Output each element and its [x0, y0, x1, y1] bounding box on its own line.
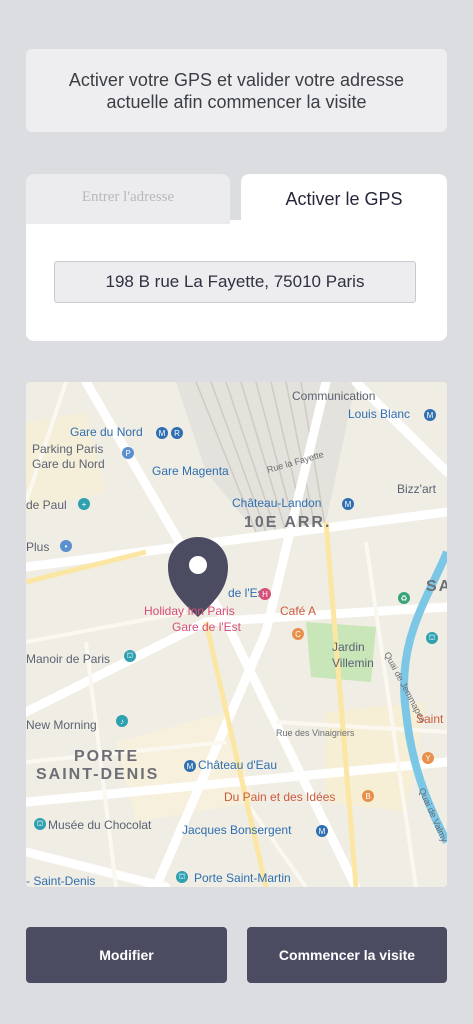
tab-activate-gps-label: Activer le GPS	[285, 188, 403, 209]
landmark-icon: ⛫	[426, 632, 438, 644]
map-label-parking-2: Gare du Nord	[32, 457, 105, 471]
cafe-icon: C	[292, 628, 304, 640]
church-icon: +	[78, 498, 90, 510]
map-label-saint: Saint	[416, 712, 444, 726]
metro-icon: M	[316, 825, 328, 837]
map-label-holiday-inn-1: Holiday Inn Paris	[144, 604, 235, 618]
map-label-new-morning: New Morning	[26, 718, 97, 732]
map-label-chateau-landon: Château-Landon	[232, 496, 322, 510]
modify-button[interactable]: Modifier	[26, 927, 227, 983]
map-label-louis-blanc: Louis Blanc	[348, 407, 411, 421]
map-label-porte-2: SAINT-DENIS	[36, 766, 160, 783]
map-label-parking-1: Parking Paris	[32, 442, 104, 456]
metro-icon: M	[342, 498, 354, 510]
music-venue-icon: ♪	[116, 715, 128, 727]
start-visit-button[interactable]: Commencer la visite	[247, 927, 447, 983]
metro-icon: M	[184, 760, 196, 772]
map-label-holiday-inn-2: Gare de l'Est	[172, 620, 241, 634]
instruction-text: Activer votre GPS et valider votre adres…	[68, 69, 405, 112]
map-label-10e-arr: 10E ARR.	[244, 514, 332, 531]
rer-icon: R	[171, 427, 183, 439]
parking-icon: P	[122, 447, 134, 459]
current-address-field[interactable]: 198 B rue La Fayette, 75010 Paris	[54, 261, 416, 303]
map-label-de-paul: de Paul	[26, 498, 67, 512]
current-address-value: 198 B rue La Fayette, 75010 Paris	[105, 272, 365, 291]
map-label-du-pain: Du Pain et des Idées	[224, 790, 336, 804]
map-label-rue-vinaigriers: Rue des Vinaigriers	[276, 728, 355, 738]
instruction-banner: Activer votre GPS et valider votre adres…	[26, 49, 447, 132]
recycling-icon: ♻	[398, 592, 410, 604]
map-label-cafe-a: Café A	[280, 604, 317, 618]
gps-panel: 198 B rue La Fayette, 75010 Paris	[26, 220, 447, 341]
map-view[interactable]: Communication Louis Blanc Gare du Nord P…	[26, 382, 447, 887]
map-label-sai: SAI	[426, 578, 447, 595]
map-label-jardin-2: Villemin	[332, 656, 374, 670]
map-label-gare-du-nord: Gare du Nord	[70, 425, 143, 439]
museum-icon: ⛫	[34, 818, 46, 830]
tab-enter-address-label: Entrer l'adresse	[81, 188, 175, 205]
map-label-chateau-d-eau: Château d'Eau	[198, 758, 278, 772]
bakery-icon: B	[362, 790, 374, 802]
map-label-jacques-bonsergent: Jacques Bonsergent	[182, 823, 292, 837]
map-label-plus: Plus	[26, 540, 50, 554]
start-visit-button-label: Commencer la visite	[278, 947, 416, 963]
landmark-icon: ⛫	[176, 871, 188, 883]
map-label-jardin-1: Jardin	[332, 640, 365, 654]
map-label-porte-1: PORTE	[74, 748, 140, 765]
hotel-icon: H	[259, 588, 271, 600]
metro-icon: M	[156, 427, 168, 439]
map-label-bizzart: Bizz'art	[397, 482, 436, 496]
bar-icon: Y	[422, 752, 434, 764]
modify-button-label: Modifier	[99, 947, 154, 963]
map-label-musee-chocolat: Musée du Chocolat	[48, 818, 152, 832]
map-label-saint-denis: - Saint-Denis	[26, 874, 96, 887]
map-label-manoir: Manoir de Paris	[26, 652, 111, 666]
map-label-gare-magenta: Gare Magenta	[152, 464, 229, 478]
shop-icon: •	[60, 540, 72, 552]
map-label-communication: Communication	[292, 389, 376, 403]
map-label-porte-saint-martin: Porte Saint-Martin	[194, 871, 291, 885]
restaurant-icon: ⛫	[124, 650, 136, 662]
metro-icon: M	[424, 409, 436, 421]
